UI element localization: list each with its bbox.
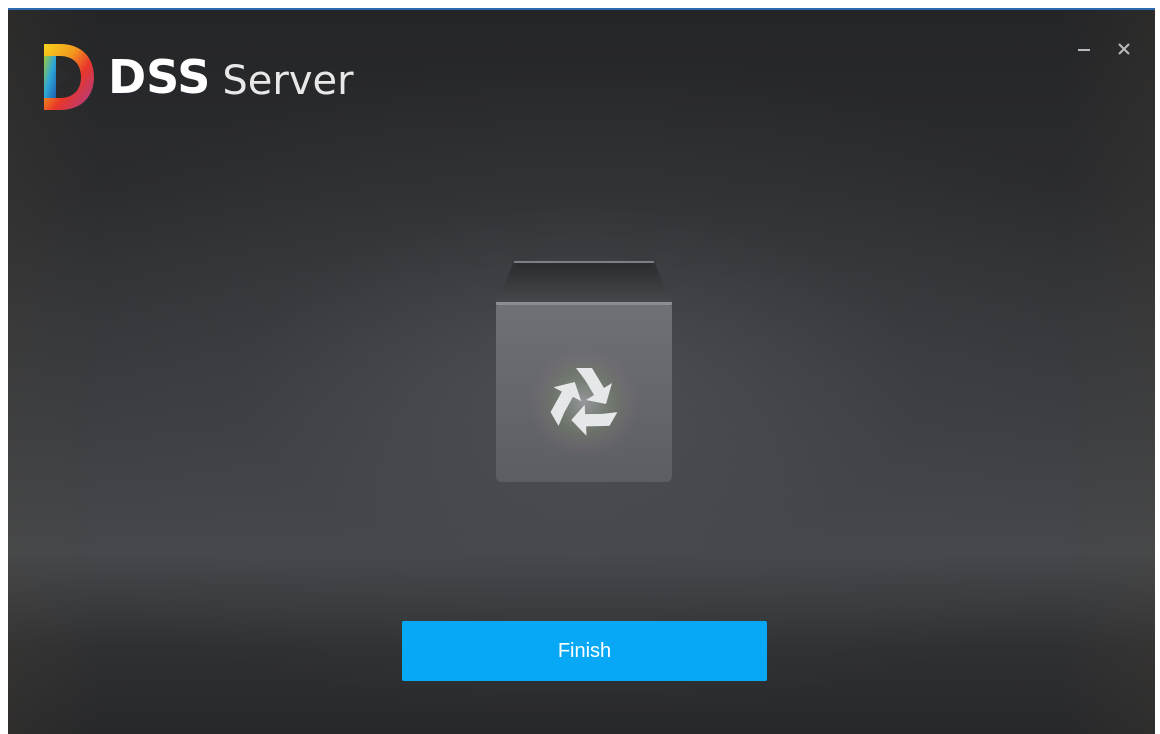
dss-logo-icon [44, 44, 94, 110]
window-controls [1075, 40, 1133, 58]
product-name: Server [222, 58, 354, 104]
minimize-icon [1078, 49, 1090, 51]
recycle-bin-icon [496, 261, 672, 482]
finish-button[interactable]: Finish [402, 621, 767, 681]
close-button[interactable] [1115, 40, 1133, 58]
app-branding: DSS Server [38, 40, 354, 114]
close-icon [1118, 43, 1130, 55]
brand-name: DSS [108, 50, 211, 104]
minimize-button[interactable] [1075, 40, 1093, 58]
uninstaller-window: DSS Server Finish [8, 8, 1155, 734]
